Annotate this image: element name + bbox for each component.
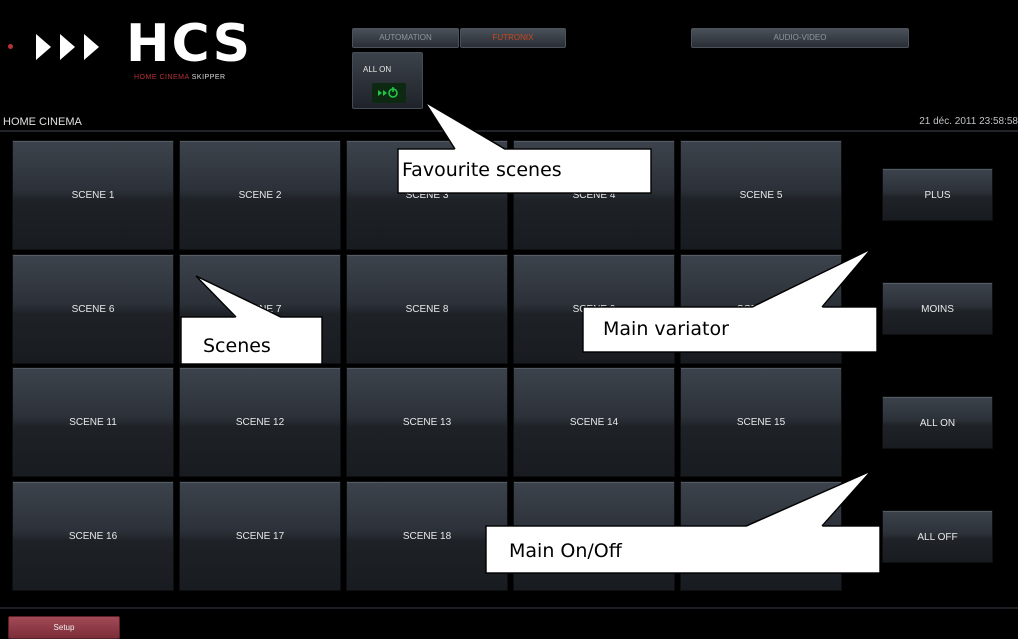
scene-4-button[interactable]: SCENE 4 — [513, 140, 675, 250]
header: HCS HOME CINEMA SKIPPER AUTOMATION FUTRO… — [0, 0, 1018, 130]
scene-16-button[interactable]: SCENE 16 — [12, 481, 174, 591]
logo-brand: HCS — [126, 14, 253, 74]
scene-10-button[interactable]: SCENE 10 — [680, 254, 842, 364]
footer-divider — [0, 607, 1018, 609]
callout-favourite-scenes-text: Favourite scenes — [402, 159, 562, 181]
moins-button[interactable]: MOINS — [882, 282, 993, 335]
callout-scenes-text: Scenes — [203, 335, 271, 357]
callout-main-on-off-text: Main On/Off — [509, 540, 622, 562]
all-on-green-icon — [372, 83, 406, 103]
scene-6-button[interactable]: SCENE 6 — [12, 254, 174, 364]
triple-arrow-icon — [36, 34, 99, 60]
scene-17-button[interactable]: SCENE 17 — [179, 481, 341, 591]
scene-11-button[interactable]: SCENE 11 — [12, 367, 174, 477]
scene-12-button[interactable]: SCENE 12 — [179, 367, 341, 477]
scene-5-button[interactable]: SCENE 5 — [680, 140, 842, 250]
scene-2-button[interactable]: SCENE 2 — [179, 140, 341, 250]
scene-grid: SCENE 1 SCENE 2 SCENE 3 SCENE 4 SCENE 5 … — [12, 140, 846, 592]
logo-tagline: HOME CINEMA SKIPPER — [134, 74, 226, 81]
scene-19-button[interactable]: SCENE 19 — [513, 481, 675, 591]
scene-20-button[interactable]: SCENE 20 — [680, 481, 842, 591]
callout-main-variator-text: Main variator — [603, 318, 729, 340]
tab-futronix[interactable]: FUTRONIX — [460, 28, 566, 48]
scene-1-button[interactable]: SCENE 1 — [12, 140, 174, 250]
header-divider — [0, 130, 1018, 132]
scene-13-button[interactable]: SCENE 13 — [346, 367, 508, 477]
tab-automation[interactable]: AUTOMATION — [352, 28, 459, 48]
scene-15-button[interactable]: SCENE 15 — [680, 367, 842, 477]
hcs-logo: HCS HOME CINEMA SKIPPER — [8, 18, 268, 86]
scene-3-button[interactable]: SCENE 3 — [346, 140, 508, 250]
favourite-all-on-label: ALL ON — [363, 65, 392, 74]
scene-18-button[interactable]: SCENE 18 — [346, 481, 508, 591]
plus-button[interactable]: PLUS — [882, 168, 993, 221]
location-title: HOME CINEMA — [3, 116, 82, 128]
tab-audio-video[interactable]: AUDIO-VIDEO — [691, 28, 909, 48]
scene-14-button[interactable]: SCENE 14 — [513, 367, 675, 477]
scene-8-button[interactable]: SCENE 8 — [346, 254, 508, 364]
favourite-all-on-button[interactable]: ALL ON — [352, 52, 423, 109]
all-on-button[interactable]: ALL ON — [882, 396, 993, 449]
logo-dot — [8, 44, 13, 49]
setup-button[interactable]: Setup — [8, 616, 120, 639]
all-off-button[interactable]: ALL OFF — [882, 510, 993, 563]
datetime: 21 déc. 2011 23:58:58 — [919, 116, 1018, 127]
scene-9-button[interactable]: SCENE 9 — [513, 254, 675, 364]
